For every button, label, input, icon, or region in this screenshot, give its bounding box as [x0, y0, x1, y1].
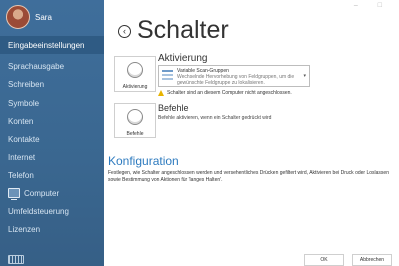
sidebar-item-label: Internet: [8, 152, 36, 162]
sidebar-item-label: Sprachausgabe: [8, 61, 65, 71]
cancel-button[interactable]: Abbrechen: [352, 254, 392, 266]
keyboard-icon[interactable]: [8, 255, 24, 264]
computer-icon: [8, 188, 20, 200]
switch-ring-icon: [127, 62, 143, 78]
sidebar-item-computer[interactable]: Computer: [0, 184, 104, 202]
page-title: Schalter: [137, 16, 229, 44]
befehle-tile-label: Befehle: [126, 131, 144, 137]
aktivierung-tile-label: Aktivierung: [122, 84, 148, 90]
sidebar-item-label: Lizenzen: [8, 224, 41, 234]
sidebar-item-konten[interactable]: Konten: [0, 112, 104, 130]
scan-group-dropdown[interactable]: Variable Scan-Gruppen Wechselnde Hervorh…: [158, 65, 310, 87]
sidebar-item-label: Symbole: [8, 98, 40, 108]
aktivierung-title: Aktivierung: [158, 53, 208, 64]
sidebar-item-schreiben[interactable]: Schreiben: [0, 75, 104, 93]
window-controls[interactable]: – □: [354, 2, 391, 9]
sidebar-item-label: Umfeldsteuerung: [8, 206, 69, 216]
warning-icon: [158, 90, 164, 96]
avatar: [6, 5, 30, 29]
befehle-description: Befehle aktivieren, wenn ein Schalter ge…: [158, 115, 272, 121]
scan-groups-icon: [162, 70, 173, 82]
sidebar-item-label: Telefon: [8, 170, 34, 180]
chevron-down-icon: ▾: [303, 73, 306, 79]
ok-button[interactable]: OK: [304, 254, 344, 266]
main-content: – □ ‹ Schalter Aktivierung Aktivierung V…: [104, 0, 399, 266]
konfiguration-description: Festlegen, wie Schalter angeschlossen we…: [108, 170, 389, 183]
sidebar-item-internet[interactable]: Internet: [0, 148, 104, 166]
back-arrow-icon[interactable]: ‹: [118, 25, 131, 38]
aktivierung-tile[interactable]: Aktivierung: [114, 56, 156, 92]
user-profile[interactable]: Sara: [6, 4, 52, 30]
sidebar-item-label: Konten: [8, 116, 34, 126]
warning-text: Schalter sind an diesem Computer nicht a…: [167, 90, 292, 96]
sidebar-item-symbole[interactable]: Symbole: [0, 94, 104, 112]
sidebar: Sara Eingabeeinstellungen Sprachausgabe …: [0, 0, 104, 266]
sidebar-item-label: Computer: [24, 188, 60, 198]
sidebar-item-umfeldsteuerung[interactable]: Umfeldsteuerung: [0, 202, 104, 220]
sidebar-item-label: Eingabeeinstellungen: [8, 40, 85, 50]
user-name: Sara: [35, 12, 52, 22]
sidebar-item-telefon[interactable]: Telefon: [0, 166, 104, 184]
sidebar-item-label: Kontakte: [8, 134, 40, 144]
sidebar-item-lizenzen[interactable]: Lizenzen: [0, 220, 104, 238]
dropdown-description: Wechselnde Hervorhebung von Feldgruppen,…: [177, 74, 295, 86]
sidebar-item-sprachausgabe[interactable]: Sprachausgabe: [0, 57, 104, 75]
sidebar-item-eingabeeinstellungen[interactable]: Eingabeeinstellungen: [0, 36, 104, 54]
konfiguration-link[interactable]: Konfiguration: [108, 154, 179, 168]
sidebar-item-kontakte[interactable]: Kontakte: [0, 130, 104, 148]
switch-warning: Schalter sind an diesem Computer nicht a…: [158, 90, 292, 96]
befehle-tile[interactable]: Befehle: [114, 103, 156, 138]
sidebar-item-label: Schreiben: [8, 79, 45, 89]
befehle-title: Befehle: [158, 103, 189, 113]
switch-ring-icon: [127, 109, 143, 125]
